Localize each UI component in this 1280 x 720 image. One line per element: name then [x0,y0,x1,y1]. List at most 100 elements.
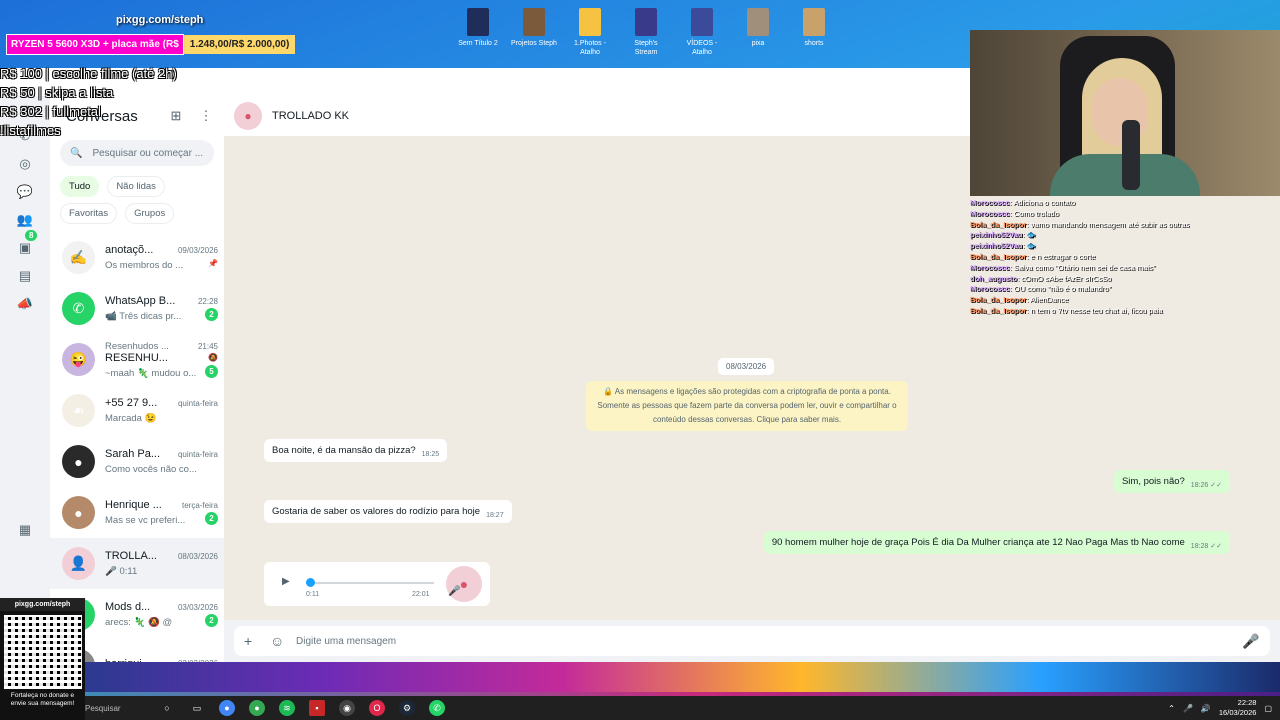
chat-list-item[interactable]: ☙ +55 27 9... quinta-feira Marcada 😉 [50,385,224,436]
whatsapp-icon[interactable]: ✆ [429,700,445,716]
stream-chat-message: Bola_da_Isopor: AlienDance [970,295,1069,305]
stream-chat-text: n tem o 7tv nesse teu chat ai, ficou pai… [1030,305,1163,315]
webcam-microphone [1122,120,1140,190]
chat-avatar: ● [62,445,95,478]
chat-list-item[interactable]: ● Henrique ... terça-feira Mas se vc prefer… [50,487,224,538]
emoji-icon[interactable]: ☺ [270,633,288,649]
stream-chat-message: Morocoscc: OU como "não é o malandro" [970,284,1112,294]
chat-time: 03/03/2026 [177,602,218,612]
desktop-icon[interactable]: VÍDEOS - Atalho [679,8,725,57]
chat-list-item[interactable]: 👤 TROLLA... 08/03/2026 🎤 0:11 [50,538,224,589]
media-icon[interactable]: ▦ [17,522,33,538]
stream-chat-user: Morocoscc [970,198,1010,207]
browser-icon[interactable]: ● [249,700,265,716]
chat-preview: Como vocês não co... [105,464,197,475]
chat-preview: 🎤 0:11 [105,566,138,577]
unread-badge: 5 [205,364,218,378]
voice-progress-handle[interactable] [306,578,315,587]
desktop-icon[interactable]: shorts [791,8,837,57]
obs-icon[interactable]: ◉ [339,700,355,716]
filter-unread[interactable]: Não lidas [107,176,165,197]
donation-qr: pixgg.com/steph Fortaleça no donate e en… [0,598,85,720]
notifications-icon[interactable]: ▢ [1264,704,1272,713]
stream-chat-message: peixinho52Vau: 🐟 [970,230,1037,240]
attach-icon[interactable]: + [244,633,262,649]
menu-icon[interactable]: ⋮ [198,108,214,124]
encryption-notice[interactable]: 🔒 As mensagens e ligações são protegidas… [586,381,908,431]
chat-list-item[interactable]: ✆ WhatsApp B... 22:28 📹 Três dicas pr... 2 [50,283,224,334]
ads-icon[interactable]: 📣 [17,296,33,312]
desktop-icon-label: shorts [804,40,824,47]
chat-preview: Os membros do ... [105,260,184,271]
desktop-icon[interactable]: 1.Photos - Atalho [567,8,613,57]
stream-chat-message: doh_augusto: cOmO sAbe fAzEr sIrCsSo [970,273,1112,283]
message-bubble-outgoing: Sim, pois não? 18:26 ✓✓ [1113,470,1230,493]
task-view-icon[interactable]: ▭ [189,700,205,716]
chat-list-item[interactable]: 😜 Resenhudos ... 21:45 RESENHU... 🔕 ~maah 🦎 m… [50,334,224,385]
start-icon[interactable]: ○ [159,700,175,716]
chat-time: quinta-feira [177,449,218,459]
play-icon[interactable]: ▶ [282,576,290,587]
folder-icon [747,8,769,36]
donation-item: !listafilmes [0,123,61,138]
tray-chevron-icon[interactable]: ⌃ [1168,704,1175,713]
search-placeholder: Pesquisar ou começar ... [92,147,204,159]
spotify-icon[interactable]: ≋ [279,700,295,716]
stream-chat-user: Bola_da_Isopor [970,305,1027,315]
desktop-icon[interactable]: pixa [735,8,781,57]
desktop-icon-label: VÍDEOS - Atalho [686,40,718,56]
channels-icon[interactable]: 💬 [17,184,33,200]
filter-all[interactable]: Tudo [60,176,100,197]
status-icon[interactable]: ◎ [17,156,33,172]
desktop-icons: Sem Título 2 Projetos Steph 1.Photos - Ata… [455,8,837,57]
desktop-icon[interactable]: Steph's Stream [623,8,669,57]
stream-chat-message: Bola_da_Isopor: n tem o 7tv nesse teu ch… [970,305,1163,315]
communities-icon[interactable]: 👥 [17,212,33,228]
message-input[interactable]: Digite uma mensagem [296,636,1242,647]
chat-time: 21:45 [197,341,218,351]
chat-name: Henrique ... [105,499,162,511]
chat-avatar: ✍ [62,241,95,274]
tray-volume-icon[interactable]: 🔊 [1201,704,1211,713]
search-icon: 🔍 [70,147,83,159]
chat-name: anotaçõ... [105,244,154,256]
goal-progress: 1.248,00/R$ 2.000,00) [183,34,296,54]
filter-groups[interactable]: Grupos [125,203,175,224]
stream-app-icon[interactable]: ▪ [309,700,325,716]
steam-icon[interactable]: ⚙ [399,700,415,716]
chat-preview: 📹 Três dicas pr... [105,311,182,322]
stream-chat-message: Morocoscc: Adiciona o contato [970,198,1076,207]
stream-chat-user: doh_augusto [970,273,1018,283]
opera-icon[interactable]: O [369,700,385,716]
desktop-icon-label: 1.Photos - Atalho [574,40,606,56]
voice-message: ▶ 0:11 22:01 ● 🎤 [264,562,490,606]
search-input[interactable]: 🔍 Pesquisar ou começar ... [60,140,214,166]
filter-chips: Tudo Não lidas Favoritas Grupos [50,166,224,224]
clock[interactable]: 22:28 16/03/2026 [1219,698,1257,718]
contact-avatar[interactable]: ● [234,102,262,130]
composer-bar: + ☺ Digite uma mensagem 🎤 [224,620,1280,662]
mic-icon[interactable]: 🎤 [1242,633,1260,650]
store-icon[interactable]: ▤ [17,268,33,284]
chrome-icon[interactable]: ● [219,700,235,716]
voice-progress-track[interactable] [308,582,434,584]
archive-icon[interactable]: ▣ 8 [17,230,38,256]
mute-icon: 🔕 [208,353,218,362]
message-bubble-incoming: Gostaria de saber os valores do rodízio … [264,500,512,523]
message-composer[interactable]: + ☺ Digite uma mensagem 🎤 [234,626,1270,656]
chat-group-label: Resenhudos ... [105,340,169,352]
chat-list-item[interactable]: ● Sarah Pa... quinta-feira Como vocês não c… [50,436,224,487]
folder-icon [579,8,601,36]
tray-mic-icon[interactable]: 🎤 [1183,704,1193,713]
message-time: 18:26 ✓✓ [1190,482,1222,489]
chat-list-item[interactable]: ✍ anotaçõ... 09/03/2026 Os membros do ... 📌 [50,232,224,283]
filter-favorites[interactable]: Favoritas [60,203,118,224]
taskbar-search[interactable]: Pesquisar [85,704,145,713]
stream-chat-user: Bola_da_Isopor [970,251,1027,261]
stream-chat-message: Morocoscc: Salva como "Otário nem sei de… [970,262,1156,272]
folder-icon [691,8,713,36]
desktop-icon[interactable]: Projetos Steph [511,8,557,57]
chat-avatar: 👤 [62,547,95,580]
desktop-icon[interactable]: Sem Título 2 [455,8,501,57]
conversation-header[interactable]: ● TROLLADO KK [224,96,970,136]
